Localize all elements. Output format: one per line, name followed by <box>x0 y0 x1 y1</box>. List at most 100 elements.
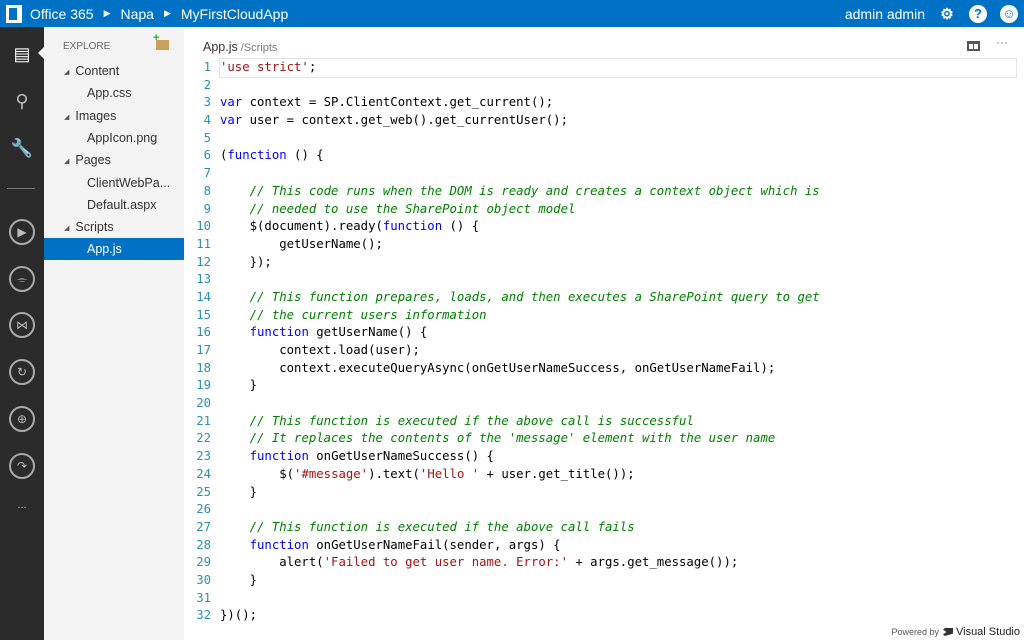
code-line[interactable]: 29 alert('Failed to get user name. Error… <box>184 554 1016 572</box>
string-token: '#message' <box>294 466 369 481</box>
redo-icon[interactable]: ↷ <box>9 453 35 479</box>
code-line[interactable]: 23 function onGetUserNameSuccess() { <box>184 448 1016 466</box>
line-number: 25 <box>196 484 211 499</box>
search-icon[interactable]: ⚲ <box>9 88 35 114</box>
code-line[interactable]: 27 // This function is executed if the a… <box>184 519 1016 537</box>
code-line[interactable]: 28 function onGetUserNameFail(sender, ar… <box>184 537 1016 555</box>
code-line[interactable]: 16 function getUserName() { <box>184 324 1016 342</box>
code-line[interactable]: 21 // This function is executed if the a… <box>184 413 1016 431</box>
code-line[interactable]: 8 // This code runs when the DOM is read… <box>184 183 1016 201</box>
code-text: }); <box>220 254 272 272</box>
code-line[interactable]: 31 <box>184 590 1016 608</box>
code-line[interactable]: 11 getUserName(); <box>184 236 1016 254</box>
deploy-visual-studio-icon[interactable]: ⋈ <box>9 312 35 338</box>
clean-icon[interactable]: ⌯ <box>9 266 35 292</box>
smiley-icon[interactable]: ☺ <box>1000 4 1018 23</box>
breadcrumb-office365[interactable]: Office 365 <box>30 6 94 22</box>
code-text: // This function is executed if the abov… <box>220 519 635 537</box>
keyword-token: function <box>382 219 443 234</box>
line-number: 12 <box>196 254 211 269</box>
expand-triangle-icon[interactable]: ◢ <box>64 218 69 240</box>
more-options-icon[interactable]: ··· <box>996 35 1008 49</box>
tree-folder[interactable]: ◢ Images <box>44 105 184 127</box>
expand-triangle-icon[interactable]: ◢ <box>64 62 69 84</box>
code-token: $(document).ready( <box>220 219 383 234</box>
code-line[interactable]: 18 context.executeQueryAsync(onGetUserNa… <box>184 360 1016 378</box>
code-text: 'use strict'; <box>219 58 1017 78</box>
code-token: () { <box>442 219 480 234</box>
code-line[interactable]: 7 <box>184 165 1016 183</box>
code-token: alert( <box>220 555 324 570</box>
code-line[interactable]: 15 // the current users information <box>184 307 1016 325</box>
code-line[interactable]: 14 // This function prepares, loads, and… <box>184 289 1016 307</box>
tree-folder[interactable]: ◢ Content <box>44 60 184 82</box>
comment-token: // This function is executed if the abov… <box>249 413 694 428</box>
breadcrumb-app[interactable]: MyFirstCloudApp <box>181 6 288 22</box>
line-number: 21 <box>196 413 211 428</box>
new-folder-icon[interactable] <box>153 32 169 50</box>
tree-file[interactable]: App.css <box>44 82 184 104</box>
tree-file[interactable]: App.js <box>44 238 184 261</box>
code-text: // the current users information <box>220 307 487 325</box>
code-text: } <box>220 377 257 395</box>
user-name[interactable]: admin admin <box>845 6 925 22</box>
code-line[interactable]: 4 var user = context.get_web().get_curren… <box>184 112 1016 130</box>
code-line[interactable]: 9 // needed to use the SharePoint object… <box>184 201 1016 219</box>
code-editor[interactable]: App.js/Scripts ··· 1'use strict'; 2 3 var c… <box>184 27 1024 640</box>
line-number: 26 <box>196 502 211 517</box>
line-number: 22 <box>196 431 211 446</box>
code-line[interactable]: 13 <box>184 271 1016 289</box>
code-line[interactable]: 30 } <box>184 572 1016 590</box>
expand-triangle-icon[interactable]: ◢ <box>64 107 69 129</box>
line-number: 11 <box>196 236 211 251</box>
tree-folder[interactable]: ◢ Scripts <box>44 216 184 238</box>
code-line[interactable]: 25 } <box>184 484 1016 502</box>
code-text: // This function is executed if the abov… <box>220 413 694 431</box>
tree-item-label: ClientWebPa... <box>87 175 171 190</box>
tools-icon[interactable]: 🔧 <box>9 135 35 161</box>
line-number: 20 <box>196 396 211 411</box>
code-line[interactable]: 5 <box>184 130 1016 148</box>
run-icon[interactable]: ▶ <box>9 219 35 245</box>
help-icon[interactable]: ? <box>969 4 987 23</box>
code-area[interactable]: 1'use strict'; 2 3 var context = SP.ClientC… <box>184 58 1017 625</box>
refresh-icon[interactable]: ↻ <box>9 359 35 385</box>
tree-file[interactable]: Default.aspx <box>44 194 184 216</box>
code-text: } <box>220 572 257 590</box>
code-line[interactable]: 24 $('#message').text('Hello ' + user.ge… <box>184 466 1016 484</box>
breadcrumb-napa[interactable]: Napa <box>120 6 153 22</box>
settings-icon[interactable]: ⚙ <box>938 5 956 23</box>
more-icon[interactable]: ... <box>9 492 35 518</box>
tree-item-label: Images <box>75 108 117 123</box>
code-line[interactable]: 17 context.load(user); <box>184 342 1016 360</box>
code-text: function getUserName() { <box>220 324 428 342</box>
code-line[interactable]: 26 <box>184 501 1016 519</box>
code-line[interactable]: 12 }); <box>184 254 1016 272</box>
code-line[interactable]: 1 'use strict'; <box>184 58 1017 78</box>
code-line[interactable]: 22 // It replaces the contents of the 'm… <box>184 430 1016 448</box>
code-line[interactable]: 19 } <box>184 377 1016 395</box>
tree-folder[interactable]: ◢ Pages <box>44 149 184 171</box>
comment-token: // needed to use the SharePoint object m… <box>249 201 576 216</box>
code-line[interactable]: 2 <box>184 77 1016 95</box>
office-logo-icon[interactable] <box>6 4 22 23</box>
code-line[interactable]: 10 $(document).ready(function () { <box>184 218 1016 236</box>
code-line[interactable]: 3 var context = SP.ClientContext.get_curr… <box>184 94 1016 112</box>
code-line[interactable]: 6 (function () { <box>184 147 1016 165</box>
keyword-token: var <box>220 113 243 128</box>
code-line[interactable]: 20 <box>184 395 1016 413</box>
code-token: })(); <box>220 608 258 623</box>
code-line[interactable]: 32})(); <box>184 607 1016 625</box>
comment-token: // It replaces the contents of the 'mess… <box>249 431 776 446</box>
code-token: ; <box>308 60 317 74</box>
tree-file[interactable]: ClientWebPa... <box>44 172 184 194</box>
files-icon[interactable]: ▤ <box>9 41 35 67</box>
split-view-icon[interactable] <box>967 41 980 51</box>
file-path: /Scripts <box>240 42 278 54</box>
expand-triangle-icon[interactable]: ◢ <box>64 151 69 173</box>
line-number: 31 <box>196 590 211 605</box>
tree-file[interactable]: AppIcon.png <box>44 127 184 149</box>
publish-icon[interactable]: ⊕ <box>9 406 35 432</box>
